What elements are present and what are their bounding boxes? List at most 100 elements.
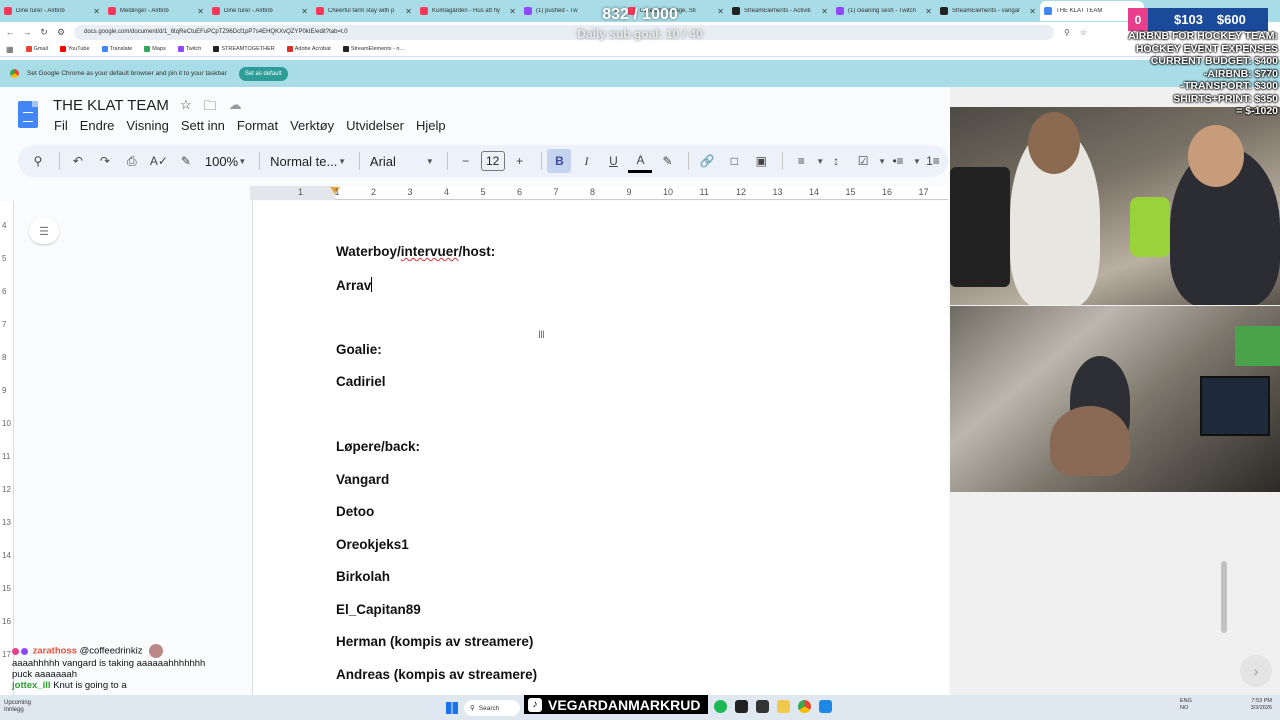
undo-icon[interactable]: ↶ xyxy=(66,149,90,173)
add-comment-icon[interactable]: □ xyxy=(722,149,746,173)
apps-icon[interactable]: ▦ xyxy=(6,45,14,54)
close-icon[interactable]: ✕ xyxy=(405,7,412,16)
horizontal-ruler[interactable]: 1123456789101112131415161718 xyxy=(0,186,965,201)
document-line[interactable]: El_Capitan89 xyxy=(336,602,421,617)
system-clock[interactable]: 7:53 PM 3/3/2026 xyxy=(1251,698,1272,712)
browser-tab[interactable]: Dine turer - Airbnb ✕ xyxy=(208,1,312,21)
decrease-font-size-icon[interactable]: − xyxy=(454,149,478,173)
browser-tab[interactable]: Cheerful farm stay with p ✕ xyxy=(312,1,416,21)
windows-start-icon[interactable] xyxy=(446,702,458,714)
document-line[interactable]: Cadiriel xyxy=(336,374,386,389)
docs-logo-icon[interactable] xyxy=(18,101,38,128)
set-default-button[interactable]: Set as default xyxy=(238,66,288,81)
align-icon[interactable]: ≡ xyxy=(789,149,813,173)
bulleted-list-icon[interactable]: •≡ xyxy=(886,149,910,173)
terminal-icon[interactable] xyxy=(756,700,769,713)
site-info-icon[interactable]: ⚙ xyxy=(54,27,68,38)
document-line[interactable]: Waterboy/intervuer/host: xyxy=(336,244,495,259)
text-color-icon[interactable]: A xyxy=(628,149,653,173)
italic-button[interactable]: I xyxy=(574,149,598,173)
insert-link-icon[interactable]: 🔗 xyxy=(695,149,719,173)
spellcheck-icon[interactable]: A✓ xyxy=(147,149,171,173)
menu-item[interactable]: Fil xyxy=(54,118,68,133)
language-indicator[interactable]: ENG NO xyxy=(1180,698,1192,712)
font-select[interactable]: Arial ▼ xyxy=(366,149,438,173)
browser-tab[interactable]: (1) cleaning sesh - Twitch ✕ xyxy=(832,1,936,21)
menu-item[interactable]: Format xyxy=(237,118,278,133)
line-spacing-icon[interactable]: ↕ xyxy=(824,149,848,173)
reload-icon[interactable]: ↻ xyxy=(37,27,51,38)
back-icon[interactable]: ← xyxy=(3,27,17,37)
highlight-color-icon[interactable]: ✎ xyxy=(655,149,679,173)
paint-format-icon[interactable]: ✎ xyxy=(174,149,198,173)
menu-item[interactable]: Endre xyxy=(80,118,115,133)
vertical-ruler[interactable]: 4 5 6 7 8 9 10 11 12 13 14 15 16 17 xyxy=(0,201,14,695)
document-line[interactable]: Andreas (kompis av streamere) xyxy=(336,667,537,682)
document-line[interactable]: Arrav xyxy=(336,277,373,293)
underline-button[interactable]: U xyxy=(601,149,625,173)
menu-item[interactable]: Sett inn xyxy=(181,118,225,133)
document-outline-button[interactable]: ☰ xyxy=(29,218,59,244)
paragraph-style-select[interactable]: Normal te... ▼ xyxy=(266,149,350,173)
move-folder-icon[interactable]: 🗀 xyxy=(204,97,217,119)
document-line[interactable]: Birkolah xyxy=(336,569,390,584)
document-line[interactable]: Vangard xyxy=(336,472,389,487)
bookmark-item[interactable]: StreamElements - o... xyxy=(342,46,404,52)
bookmark-item[interactable]: Adobe Acrobat xyxy=(286,46,331,52)
app-icon[interactable] xyxy=(735,700,748,713)
bookmark-item[interactable]: Twitch xyxy=(177,46,201,52)
numbered-list-icon[interactable]: 1≡ xyxy=(921,149,945,173)
browser-tab[interactable]: StreamElements - Activiti ✕ xyxy=(728,1,832,21)
cloud-status-icon[interactable]: ☁ xyxy=(229,97,242,119)
menu-item[interactable]: Verktøy xyxy=(290,118,334,133)
menu-item[interactable]: Hjelp xyxy=(416,118,446,133)
close-icon[interactable]: ✕ xyxy=(197,7,204,16)
menu-item[interactable]: Visning xyxy=(126,118,168,133)
font-size-input[interactable]: 12 xyxy=(480,151,505,171)
spotify-icon[interactable] xyxy=(714,700,727,713)
bookmark-item[interactable]: YouTube xyxy=(59,46,90,52)
bookmark-item[interactable]: Translate xyxy=(101,46,132,52)
app-icon[interactable] xyxy=(819,700,832,713)
search-menus-icon[interactable]: ⚲ xyxy=(26,149,50,173)
close-icon[interactable]: ✕ xyxy=(301,7,308,16)
document-title[interactable]: THE KLAT TEAM xyxy=(53,97,169,114)
close-icon[interactable]: ✕ xyxy=(509,7,516,16)
close-icon[interactable]: ✕ xyxy=(717,7,724,16)
browser-tab[interactable]: Meldinger - Airbnb ✕ xyxy=(104,1,208,21)
checklist-icon[interactable]: ☑ xyxy=(851,149,875,173)
document-line[interactable]: Herman (kompis av streamere) xyxy=(336,634,533,649)
insert-image-icon[interactable]: ▣ xyxy=(749,149,773,173)
forward-icon[interactable]: → xyxy=(20,27,34,37)
document-line[interactable]: Oreokjeks1 xyxy=(336,537,409,552)
document-line[interactable]: Løpere/back: xyxy=(336,439,420,454)
scrollbar-thumb[interactable] xyxy=(1221,561,1227,633)
redo-icon[interactable]: ↷ xyxy=(93,149,117,173)
taskbar-search[interactable]: ⚲ Search xyxy=(464,700,520,716)
close-icon[interactable]: ✕ xyxy=(1029,7,1036,16)
chrome-icon[interactable] xyxy=(798,700,811,713)
bold-button[interactable]: B xyxy=(547,149,572,173)
zoom-icon[interactable]: ⚲ xyxy=(1064,28,1070,37)
document-line[interactable]: Detoo xyxy=(336,504,374,519)
browser-tab[interactable]: StreamElements - vangar ✕ xyxy=(936,1,1040,21)
close-icon[interactable]: ✕ xyxy=(925,7,932,16)
print-icon[interactable]: ⎙ xyxy=(120,149,144,173)
increase-font-size-icon[interactable]: + xyxy=(508,149,532,173)
browser-tab[interactable]: Dine turer - Airbnb ✕ xyxy=(0,1,104,21)
zoom-select[interactable]: 100% ▼ xyxy=(201,149,250,173)
bookmark-item[interactable]: Gmail xyxy=(25,46,48,52)
star-icon[interactable]: ☆ xyxy=(180,97,192,119)
browser-tab[interactable]: Kumlagården - Hus att hy ✕ xyxy=(416,1,520,21)
document-line[interactable]: Goalie: xyxy=(336,342,382,357)
menu-item[interactable]: Utvidelser xyxy=(346,118,404,133)
close-icon[interactable]: ✕ xyxy=(93,7,100,16)
bookmark-item[interactable]: STREAMTOGETHER xyxy=(213,46,275,52)
widget-upcoming[interactable]: Upcoming Innlegg xyxy=(4,700,31,714)
close-icon[interactable]: ✕ xyxy=(821,7,828,16)
chevron-right-icon[interactable]: › xyxy=(1240,655,1272,687)
bookmark-item[interactable]: Maps xyxy=(144,46,166,52)
explorer-icon[interactable] xyxy=(777,700,790,713)
misspelled-word[interactable]: intervuer xyxy=(401,244,459,259)
bookmark-star-icon[interactable]: ☆ xyxy=(1080,28,1087,37)
